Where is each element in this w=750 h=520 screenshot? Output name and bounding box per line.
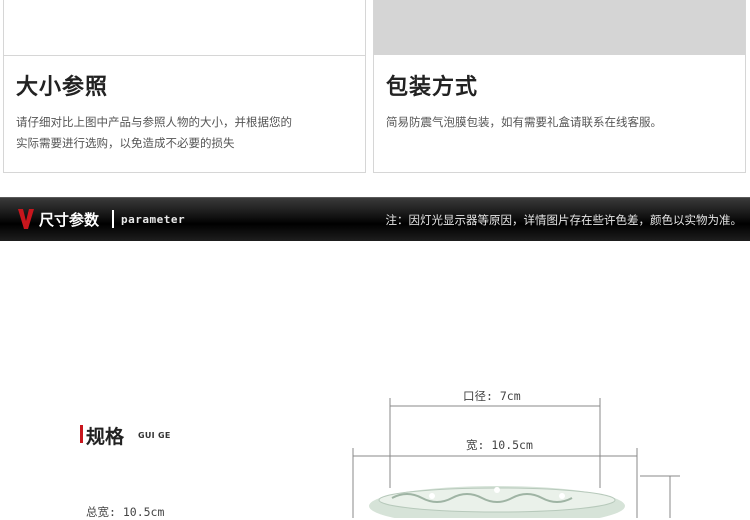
parameter-section-banner: 尺寸参数 parameter 注：因灯光显示器等原因，详情图片存在些许色差，颜色… <box>0 197 750 241</box>
packaging-text: 简易防震气泡膜包装，如有需要礼盒请联系在线客服。 <box>386 115 662 129</box>
banner-title: 尺寸参数 <box>39 211 100 229</box>
spec-title-pinyin: GUI GE <box>138 431 171 440</box>
size-reference-title: 大小参照 <box>16 75 109 100</box>
size-reference-image <box>4 0 365 56</box>
height-dimension-line <box>640 475 680 518</box>
ceramic-bowl-image <box>369 486 625 518</box>
packaging-image <box>374 0 745 55</box>
banner-subtitle: parameter <box>121 213 186 226</box>
size-reference-card: 大小参照 请仔细对比上图中产品与参照人物的大小，并根据您的 实际需要进行选购，以… <box>3 0 366 173</box>
banner-divider <box>112 210 114 228</box>
spec-title: 规格 <box>86 426 125 448</box>
chevron-down-icon <box>18 209 34 229</box>
spec-accent-bar <box>80 425 83 443</box>
size-reference-text-line2: 实际需要进行选购，以免造成不必要的损失 <box>16 136 235 150</box>
packaging-card: 包装方式 简易防震气泡膜包装，如有需要礼盒请联系在线客服。 <box>373 0 746 173</box>
packaging-title: 包装方式 <box>386 75 479 100</box>
color-difference-note: 注：因灯光显示器等原因，详情图片存在些许色差，颜色以实物为准。 <box>385 213 743 227</box>
total-width-value: 总宽: 10.5cm <box>86 505 165 519</box>
size-reference-text-line1: 请仔细对比上图中产品与参照人物的大小，并根据您的 <box>16 115 292 129</box>
